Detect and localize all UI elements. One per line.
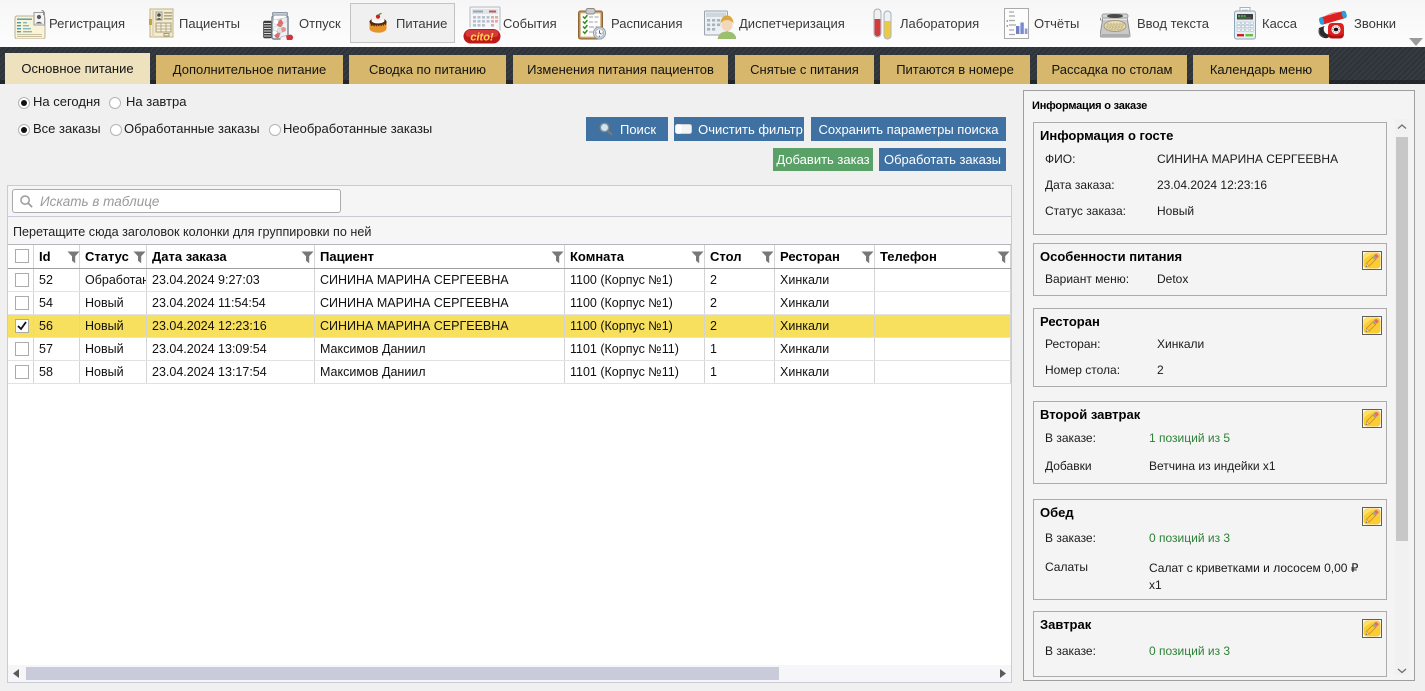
svg-text:cito!: cito! [470,31,494,43]
